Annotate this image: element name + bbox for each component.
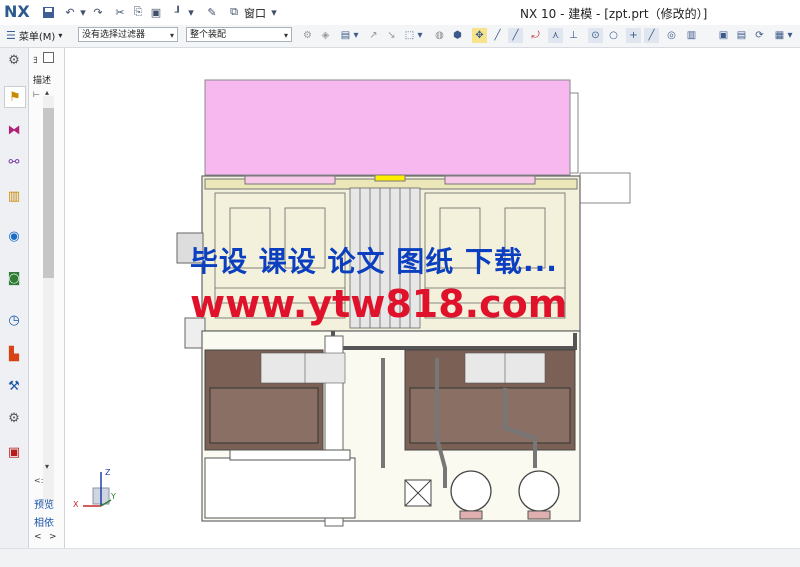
assembly-scope-value: 整个装配 xyxy=(190,30,227,40)
general-selection-icon[interactable]: ▤ xyxy=(338,28,353,43)
selection-toolbar: ☰ 菜单(M) ▾ 没有选择过滤器 ▾ 整个装配 ▾ ⚙ ◈ ▤ ▾ ↗ ↘ ⬚ ▾… xyxy=(0,25,800,48)
paste-icon[interactable]: ▣ xyxy=(148,4,164,20)
type-filter-select[interactable]: 没有选择过滤器 ▾ xyxy=(78,27,178,42)
scroll-right-arrow[interactable]: > xyxy=(49,532,57,542)
window-menu[interactable]: 窗口 xyxy=(244,5,266,21)
rotate-view-icon[interactable]: ⟳ xyxy=(752,28,767,43)
snap-arc-center-icon[interactable]: ⊥ xyxy=(566,28,581,43)
nx-logo: NX xyxy=(4,2,30,21)
web-browser-icon[interactable]: ◙ xyxy=(4,268,24,288)
triad-y-label: Y xyxy=(111,492,116,501)
snap-bounded-icon[interactable]: ▥ xyxy=(684,28,699,43)
menu-label: 菜单(M) xyxy=(18,32,56,43)
scroll-left-arrow[interactable]: < xyxy=(34,532,42,542)
chevron-down-icon: ▾ xyxy=(58,31,63,40)
select-face-icon[interactable]: ↗ xyxy=(366,28,381,43)
touch-mode-icon[interactable]: ✎ xyxy=(204,4,220,20)
manufacturing-wizard-icon[interactable]: ⚙ xyxy=(4,408,24,428)
select-bodies-icon[interactable]: ◈ xyxy=(318,28,333,43)
navigator-scroll-thumb[interactable] xyxy=(43,108,54,278)
snap-existing-point-icon[interactable]: + xyxy=(626,28,641,43)
rectangle-select-icon[interactable]: ⬚ xyxy=(402,28,417,43)
pump-left xyxy=(450,470,492,512)
select-all-icon[interactable]: ◍ xyxy=(432,28,447,43)
process-studio-icon[interactable]: ⚒ xyxy=(4,376,24,396)
system-materials-icon[interactable]: ▙ xyxy=(4,344,24,364)
type-filter-value: 没有选择过滤器 xyxy=(82,30,146,40)
repeat-dropdown-icon[interactable]: ▾ xyxy=(183,4,199,20)
chevron-down-icon[interactable]: ▾ xyxy=(352,28,360,43)
snap-on-curve-icon[interactable]: ╱ xyxy=(644,28,659,43)
menu-icon: ☰ xyxy=(6,29,16,42)
gear-icon[interactable]: ⚙ xyxy=(4,50,24,70)
pump-right xyxy=(518,470,560,512)
assembly-scope-select[interactable]: 整个装配 ▾ xyxy=(186,27,292,42)
history-icon[interactable]: ◷ xyxy=(4,310,24,330)
resource-bar: ⚙ ⚑ ⧓ ⚯ ▥ ◉ ◙ ◷ ▙ ⚒ ⚙ ▣ xyxy=(0,48,29,566)
menu-button[interactable]: ☰ 菜单(M) ▾ xyxy=(6,27,62,44)
pink-housing xyxy=(204,79,571,176)
redo-icon[interactable]: ↷ xyxy=(90,4,106,20)
view-triad xyxy=(83,472,112,507)
hd3d-tools-icon[interactable]: ◉ xyxy=(4,226,24,246)
assembly-navigator-icon[interactable]: ⧓ xyxy=(4,120,24,140)
part-navigator-icon[interactable]: ⚑ xyxy=(4,86,26,108)
select-features-icon[interactable]: ⚙ xyxy=(300,28,315,43)
select-edge-icon[interactable]: ↘ xyxy=(384,28,399,43)
snap-midpoint-icon[interactable]: ╱ xyxy=(490,28,505,43)
chevron-down-icon[interactable]: ▾ xyxy=(416,28,424,43)
constraint-navigator-icon[interactable]: ⚯ xyxy=(4,152,24,172)
navigator-checkbox[interactable] xyxy=(43,52,54,63)
status-bar xyxy=(0,548,800,567)
snap-cube-icon[interactable]: ⬢ xyxy=(450,28,465,43)
snap-on-surface-icon[interactable]: ◎ xyxy=(664,28,679,43)
part-navigator-panel: ﾖ 描述 ⊢ ▴ ▾ <: 预览 相依 < > xyxy=(29,48,65,548)
chevron-down-icon: ▾ xyxy=(283,31,288,40)
title-bar: NX ↶ ▾ ↷ ✂ ⎘ ▣ ┚ ▾ ✎ ⧉ 窗口 ▾ NX 10 - 建模 -… xyxy=(0,0,800,24)
watermark-line-2: www.ytw818.com xyxy=(190,282,568,326)
base-box xyxy=(204,457,356,519)
navigator-name-icon: ﾖ xyxy=(33,56,38,66)
dependencies-panel-toggle[interactable]: 相依 xyxy=(34,514,54,529)
chevron-down-icon: ▾ xyxy=(169,31,174,40)
triad-x-label: X xyxy=(73,500,79,509)
save-icon[interactable] xyxy=(40,4,56,20)
description-column-header[interactable]: 描述 xyxy=(33,73,51,86)
watermark-line-1: 毕设 课设 论文 图纸 下载... xyxy=(190,245,558,278)
scroll-down-icon[interactable]: ▾ xyxy=(45,462,49,471)
view-orient-icon[interactable]: ▣ xyxy=(716,28,731,43)
reuse-library-icon[interactable]: ▥ xyxy=(4,186,24,206)
snap-quadrant-icon[interactable]: ⊙ xyxy=(588,28,603,43)
chevron-down-icon[interactable]: ▾ xyxy=(786,28,794,43)
snap-curve-icon[interactable]: ⤾ xyxy=(528,28,543,43)
snap-control-icon[interactable]: ╱ xyxy=(508,28,523,43)
horizontal-scroll[interactable]: <: xyxy=(34,476,43,485)
roles-icon[interactable]: ▣ xyxy=(4,442,24,462)
snap-tangent-icon[interactable]: ○ xyxy=(606,28,621,43)
snap-intersection-icon[interactable]: ⋏ xyxy=(548,28,563,43)
render-style-icon[interactable]: ▤ xyxy=(734,28,749,43)
window-icon[interactable]: ⧉ xyxy=(226,4,242,20)
cut-icon[interactable]: ✂ xyxy=(112,4,128,20)
triad-z-label: Z xyxy=(105,468,111,477)
window-title: NX 10 - 建模 - [zpt.prt（修改的）] xyxy=(520,7,708,21)
layer-icon[interactable]: ▦ xyxy=(772,28,787,43)
expand-icon[interactable]: ⊢ xyxy=(33,90,40,99)
undo-dropdown-icon[interactable]: ▾ xyxy=(75,4,91,20)
preview-panel-toggle[interactable]: 预览 xyxy=(34,496,54,511)
snap-endpoint-icon[interactable]: ✥ xyxy=(472,28,487,43)
window-dropdown-icon[interactable]: ▾ xyxy=(266,4,282,20)
copy-icon[interactable]: ⎘ xyxy=(130,4,146,20)
